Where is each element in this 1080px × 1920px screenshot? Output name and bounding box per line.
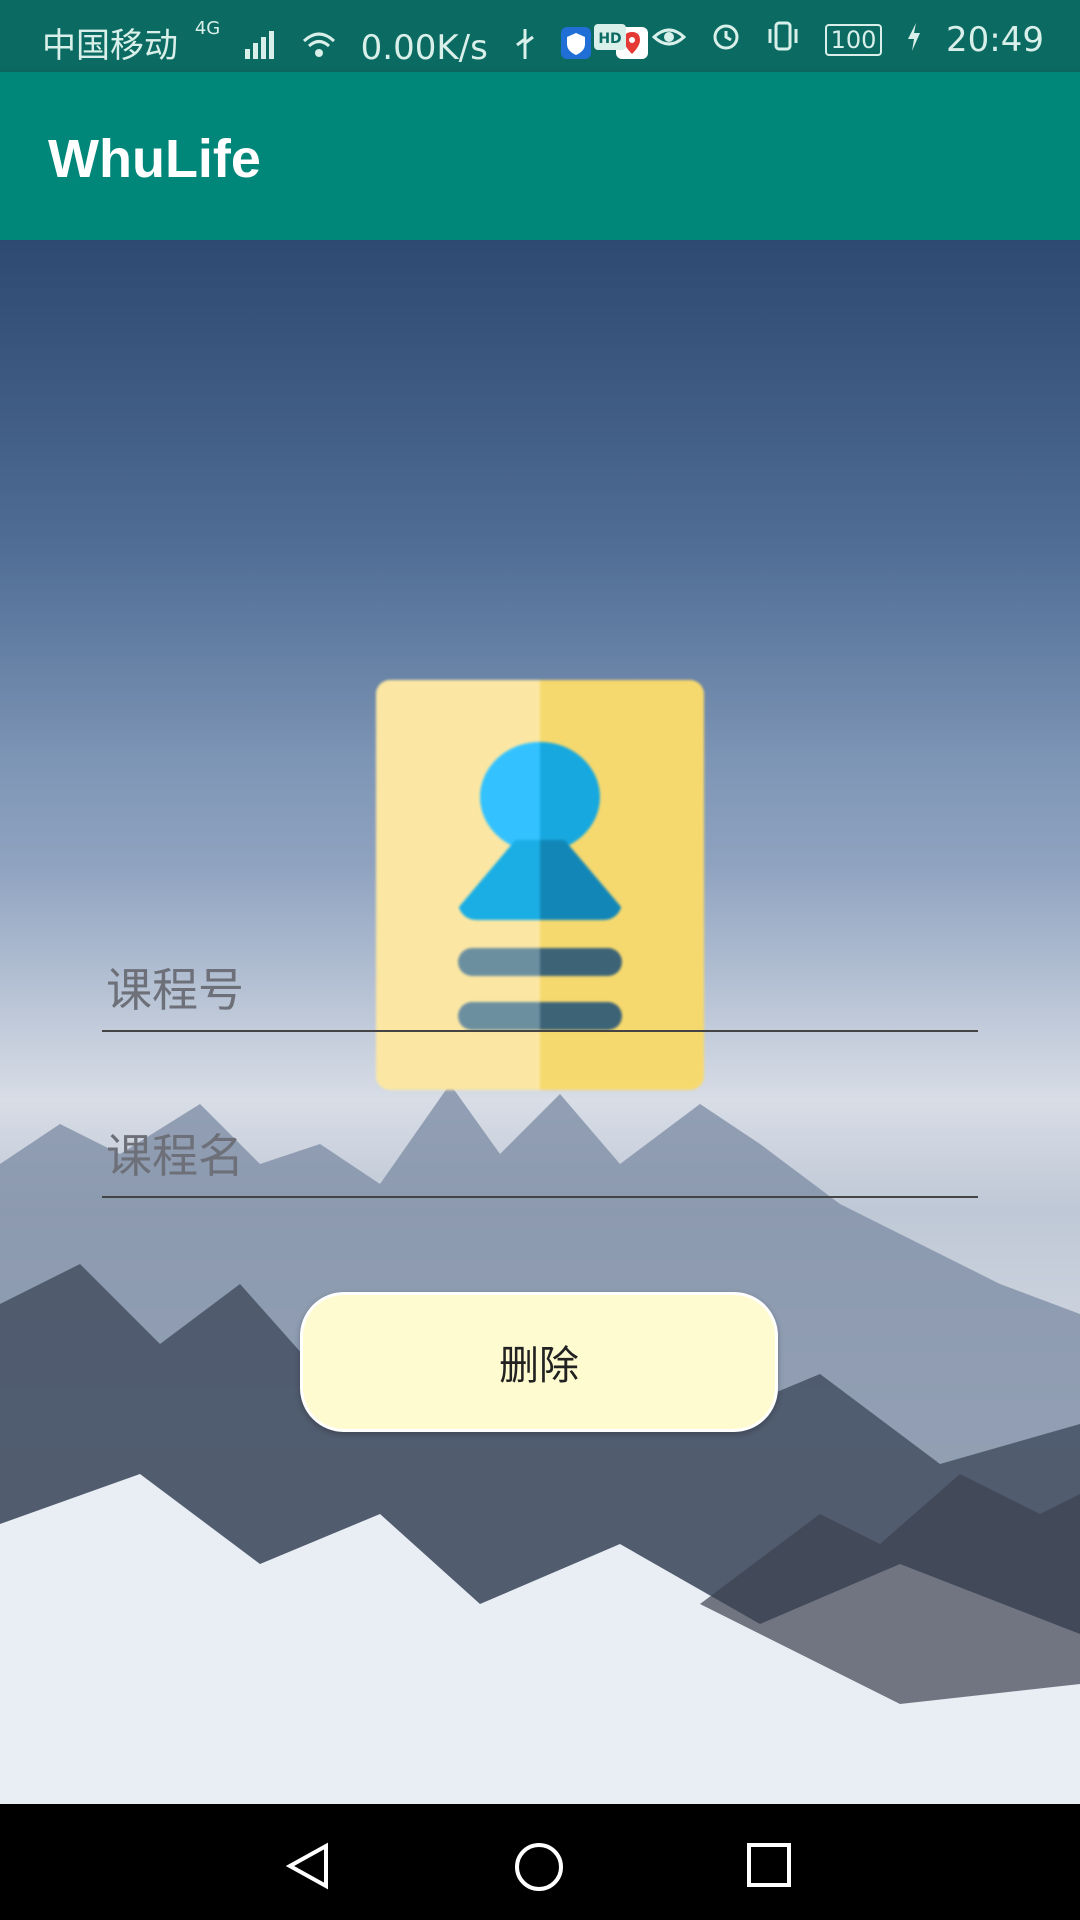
app-bar: WhuLife xyxy=(0,72,1080,240)
network-speed: 0.00K/s xyxy=(360,27,488,68)
usb-icon xyxy=(513,28,537,68)
battery-level: 100 xyxy=(830,25,877,54)
status-bar: 中国移动 4G 0.00K/s HD 100 20:49 xyxy=(0,0,1080,72)
network-type: 4G xyxy=(194,18,221,39)
vibrate-icon xyxy=(766,20,800,60)
course-id-input[interactable] xyxy=(102,958,986,1022)
status-left: 中国移动 4G 0.00K/s xyxy=(42,18,649,68)
back-icon[interactable] xyxy=(285,1842,330,1894)
svg-text:HD: HD xyxy=(599,31,622,47)
signal-icon xyxy=(245,28,277,68)
status-right: HD 100 20:49 xyxy=(579,18,1044,60)
clock: 20:49 xyxy=(946,19,1044,60)
course-name-field[interactable] xyxy=(102,1124,986,1198)
charging-icon xyxy=(907,20,921,60)
course-name-input[interactable] xyxy=(102,1124,986,1188)
alarm-icon xyxy=(711,20,741,60)
eye-icon xyxy=(651,20,687,60)
main-content: 删除 xyxy=(0,240,1080,1804)
battery-icon: 100 xyxy=(824,23,883,56)
home-icon[interactable] xyxy=(514,1842,564,1896)
course-id-field[interactable] xyxy=(102,958,986,1032)
navigation-bar xyxy=(0,1804,1080,1920)
delete-button[interactable]: 删除 xyxy=(300,1292,778,1432)
app-title: WhuLife xyxy=(48,129,261,189)
wifi-icon xyxy=(302,28,336,68)
carrier-label: 中国移动 xyxy=(42,26,178,66)
recents-icon[interactable] xyxy=(746,1842,792,1892)
hd-icon: HD xyxy=(593,20,627,60)
